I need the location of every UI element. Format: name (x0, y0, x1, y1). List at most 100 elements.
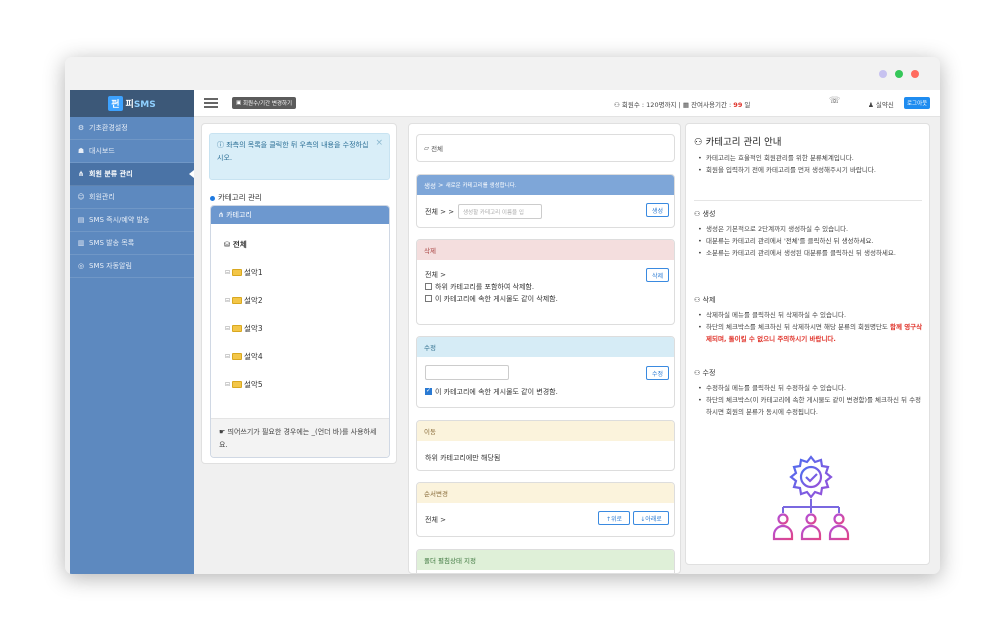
create-guide-heading: ⚇ 생성 (694, 210, 716, 218)
tree-node[interactable]: ⊟ 설악3 (225, 323, 263, 334)
move-card-body: 하위 카테고리에만 해당됨 (417, 441, 674, 470)
sidebar: 펀 피SMS ⚙ 기초환경설정 ☗ 대시보드 ⋔ 회원 분류 관리 ☺ 회원관리… (70, 90, 194, 574)
order-card-header: 순서변경 (417, 483, 674, 503)
checkbox-checked[interactable] (425, 387, 432, 395)
tree-footer-note: ☛ 띄어쓰기가 필요한 경우에는 _(언더 바)를 사용하세요. (211, 418, 389, 457)
sidebar-item-sms-send[interactable]: ▤ SMS 즉시/예약 발송 (70, 209, 194, 232)
extend-plan-button[interactable]: ▣ 회원수/기간 변경하기 (232, 97, 297, 109)
sidebar-item-category[interactable]: ⋔ 회원 분류 관리 (70, 163, 194, 186)
chat-icon[interactable]: ☏ (829, 96, 840, 106)
folder-icon (232, 353, 243, 360)
list-item: 대분류는 카테고리 관리에서 '전체'를 클릭하신 뒤 생성하세요. (694, 235, 924, 247)
person-icon: ♟ (868, 101, 874, 109)
create-path: 전체 > > (425, 208, 455, 216)
tree-node[interactable]: ⊟ 설악5 (225, 379, 263, 390)
delete-guide-heading: ⚇ 삭제 (694, 296, 716, 304)
list-item: 생성은 기본적으로 2단계까지 생성하실 수 있습니다. (694, 223, 924, 235)
edit-name-input[interactable] (425, 365, 509, 380)
delete-path: 전체 > (425, 271, 446, 279)
tree-node[interactable]: ⊟ 설악2 (225, 295, 263, 306)
message-icon: ▤ (77, 216, 85, 224)
section-label: 카테고리 관리 (210, 192, 262, 203)
info-icon: ⓘ (217, 141, 224, 149)
people-icon: ⚇ (694, 369, 701, 377)
edit-card: 수정 수정 이 카테고리에 속한 게시물도 같이 변경함. (416, 336, 675, 408)
move-card-header: 이동 (417, 421, 674, 441)
move-note: 하위 카테고리에만 해당됨 (425, 454, 501, 462)
delete-option-subcategories[interactable]: 하위 카테고리를 포함하여 삭제함. (425, 282, 534, 292)
guide-intro-list: 카테고리는 효율적인 회원관리를 위한 분류체계입니다. 회원을 입력하기 전에… (694, 152, 924, 176)
category-name-input[interactable]: 생성할 카테고리 이름을 입 (458, 204, 542, 219)
create-button[interactable]: 생성 (646, 203, 669, 217)
brand-logo[interactable]: 펀 피SMS (70, 90, 194, 117)
tree-line-icon: ⊟ (225, 381, 231, 388)
list-icon: ▥ (77, 239, 85, 247)
list-item: 수정하실 메뉴를 클릭하신 뒤 수정하실 수 있습니다. (694, 382, 924, 394)
edit-button[interactable]: 수정 (646, 366, 669, 380)
window-dot-green[interactable] (895, 70, 903, 78)
team-settings-illustration-icon (772, 455, 850, 541)
people-icon: ⚇ (694, 296, 701, 304)
list-item: 소분류는 카테고리 관리에서 생성된 대분류를 클릭하신 뒤 생성하세요. (694, 247, 924, 259)
sidebar-item-settings[interactable]: ⚙ 기초환경설정 (70, 117, 194, 140)
edit-guide-heading: ⚇ 수정 (694, 369, 716, 377)
close-icon[interactable]: × (375, 137, 383, 150)
drive-icon: ⛁ (224, 240, 231, 249)
order-path: 전체 > (425, 516, 446, 524)
sidebar-item-label: SMS 자동알림 (89, 262, 132, 270)
delete-option-posts[interactable]: 이 카테고리에 속한 게시물도 같이 삭제함. (425, 294, 558, 304)
people-icon: ⚇ (694, 137, 703, 148)
edit-card-header: 수정 (417, 337, 674, 357)
sidebar-item-members[interactable]: ☺ 회원관리 (70, 186, 194, 209)
sidebar-item-label: SMS 발송 목록 (89, 239, 135, 247)
tree-line-icon: ⊟ (225, 297, 231, 304)
move-up-button[interactable]: ↑위로 (598, 511, 630, 525)
sitemap-icon: ⋔ (218, 211, 227, 219)
move-card: 이동 하위 카테고리에만 해당됨 (416, 420, 675, 471)
list-item: 카테고리는 효율적인 회원관리를 위한 분류체계입니다. (694, 152, 924, 164)
tree-root[interactable]: ⛁ 전체 (224, 239, 247, 250)
sidebar-item-sms-list[interactable]: ▥ SMS 발송 목록 (70, 232, 194, 255)
logout-button[interactable]: 로그아웃 (904, 97, 931, 109)
move-down-button[interactable]: ↓아래로 (633, 511, 669, 525)
delete-card-header: 삭제 (417, 240, 674, 260)
sidebar-item-label: 기초환경설정 (89, 124, 128, 132)
breadcrumb: ▱ 전체 (416, 134, 675, 162)
order-card: 순서변경 전체 > ↑위로 ↓아래로 (416, 482, 675, 537)
list-item: 삭제하실 메뉴를 클릭하신 뒤 삭제하실 수 있습니다. (694, 309, 924, 321)
folder-state-card-header: 폴더 펼침상태 지정 (417, 550, 674, 570)
sidebar-item-dashboard[interactable]: ☗ 대시보드 (70, 140, 194, 163)
sitemap-icon: ⋔ (78, 170, 84, 178)
checkbox[interactable] (425, 283, 432, 290)
window-titlebar (65, 57, 940, 90)
list-item: 하단의 체크박스를 체크하신 뒤 삭제하시면 해당 분류의 회원명단도 함께 영… (694, 321, 924, 345)
clock-icon: ◎ (77, 262, 85, 270)
sidebar-item-label: SMS 즉시/예약 발송 (89, 216, 150, 224)
calendar-icon: ▦ (682, 101, 689, 109)
edit-guide-list: 수정하실 메뉴를 클릭하신 뒤 수정하실 수 있습니다. 하단의 체크박스(이 … (694, 382, 924, 418)
tree-node[interactable]: ⊟ 설악4 (225, 351, 263, 362)
create-card: 생성 > 새로운 카테고리를 생성합니다. 전체 > > 생성할 카테고리 이름… (416, 174, 675, 228)
user-name: ♟ 실약신 (868, 101, 894, 109)
edit-option-posts[interactable]: 이 카테고리에 속한 게시물도 같이 변경함. (425, 387, 558, 397)
delete-button[interactable]: 삭제 (646, 268, 669, 282)
folder-icon (232, 381, 243, 388)
folder-icon (232, 297, 243, 304)
info-alert: ⓘ 좌측의 목록을 클릭한 뒤 우측의 내용을 수정하십시오. × (209, 133, 390, 180)
checkbox[interactable] (425, 295, 432, 302)
tree-header: ⋔ 카테고리 (211, 206, 389, 224)
hamburger-menu-icon[interactable] (204, 98, 218, 108)
users-icon: ⚇ (614, 101, 620, 109)
tree-line-icon: ⊟ (225, 353, 231, 360)
user-icon: ☺ (77, 193, 85, 201)
app-window: 펀 피SMS ⚙ 기초환경설정 ☗ 대시보드 ⋔ 회원 분류 관리 ☺ 회원관리… (65, 57, 940, 574)
create-guide-list: 생성은 기본적으로 2단계까지 생성하실 수 있습니다. 대분류는 카테고리 관… (694, 223, 924, 259)
tree-node[interactable]: ⊟ 설악1 (225, 267, 263, 278)
folder-icon (232, 269, 243, 276)
window-dot-purple[interactable] (879, 70, 887, 78)
topbar: ▣ 회원수/기간 변경하기 ⚇ 회원수 : 120명까지 | ▦ 잔여사용기간 … (194, 90, 940, 117)
category-actions-panel: ▱ 전체 생성 > 새로운 카테고리를 생성합니다. 전체 > > 생성할 카테… (408, 123, 681, 574)
content-area: ⓘ 좌측의 목록을 클릭한 뒤 우측의 내용을 수정하십시오. × 카테고리 관… (194, 117, 940, 574)
sidebar-item-sms-auto[interactable]: ◎ SMS 자동알림 (70, 255, 194, 278)
window-dot-red[interactable] (911, 70, 919, 78)
